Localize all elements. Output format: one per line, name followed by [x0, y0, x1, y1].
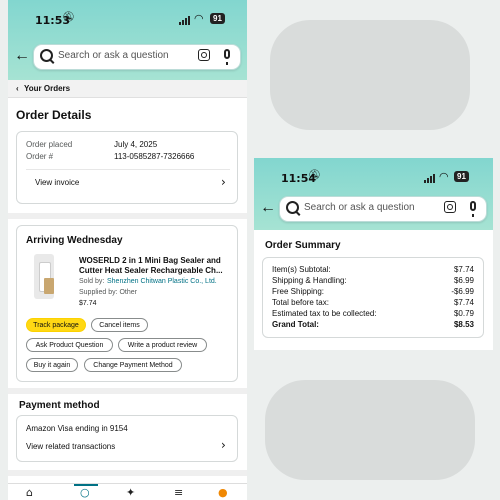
summary-label: Grand Total: — [272, 320, 319, 329]
cancel-items-button[interactable]: Cancel items — [91, 318, 148, 332]
order-details-screen: 11:53 🔕︎ ◠ 91 ← Search or ask a question… — [8, 0, 247, 500]
product-image-accessory — [44, 278, 54, 294]
summary-row: Total before tax: $7.74 — [272, 298, 474, 307]
shipment-status: Arriving Wednesday — [26, 235, 123, 246]
summary-row-grand-total: Grand Total: $8.53 — [272, 320, 474, 329]
microphone-icon[interactable] — [470, 201, 476, 217]
app-header: 11:53 🔕︎ ◠ 91 ← Search or ask a question — [8, 0, 247, 80]
write-review-button[interactable]: Write a product review — [118, 338, 207, 352]
summary-label: Shipping & Handling: — [272, 276, 347, 285]
order-summary-title: Order Summary — [265, 240, 341, 251]
bottom-tab-bar: ⌂ ○ ✦ ≡ ● — [8, 483, 247, 500]
app-header: 11:54 🔕︎ ◠ 91 ← Search or ask a question — [254, 158, 493, 230]
summary-row: Shipping & Handling: $6.99 — [272, 276, 474, 285]
battery-icon: 91 — [454, 171, 469, 182]
summary-value: $8.53 — [453, 320, 474, 329]
search-placeholder: Search or ask a question — [304, 202, 415, 213]
wifi-icon: ◠ — [194, 12, 204, 25]
order-number-value: 113-0585287-7326666 — [114, 152, 195, 161]
product-price: $7.74 — [79, 300, 97, 307]
summary-label: Estimated tax to be collected: — [272, 309, 377, 318]
back-arrow-icon[interactable]: ← — [260, 199, 276, 217]
view-related-transactions-link[interactable]: View related transactions — [26, 442, 115, 451]
camera-icon[interactable] — [444, 201, 456, 213]
breadcrumb[interactable]: ‹ Your Orders — [8, 80, 247, 98]
payment-method-title: Payment method — [19, 400, 100, 411]
summary-row: Item(s) Subtotal: $7.74 — [272, 265, 474, 274]
section-divider — [8, 388, 247, 394]
buy-it-again-button[interactable]: Buy it again — [26, 358, 78, 372]
payment-card-line: Amazon Visa ending in 9154 — [26, 424, 128, 433]
back-arrow-icon[interactable]: ← — [14, 47, 30, 65]
search-icon — [40, 49, 53, 62]
view-invoice-link[interactable]: View invoice — [35, 178, 79, 187]
summary-value: -$6.99 — [451, 287, 474, 296]
ask-product-question-button[interactable]: Ask Product Question — [26, 338, 113, 352]
background-blur — [270, 20, 470, 130]
status-bar: 11:54 🔕︎ ◠ 91 — [254, 168, 493, 185]
order-number-label: Order # — [26, 152, 54, 161]
background-blur — [265, 380, 475, 480]
camera-icon[interactable] — [198, 49, 210, 61]
order-summary-screen: 11:54 🔕︎ ◠ 91 ← Search or ask a question… — [254, 158, 493, 350]
battery-icon: 91 — [210, 13, 225, 24]
product-title-line2[interactable]: Cutter Heat Sealer Rechargeable Ch... — [79, 266, 223, 275]
payment-card: Amazon Visa ending in 9154 View related … — [16, 415, 238, 462]
microphone-icon[interactable] — [224, 49, 230, 65]
summary-label: Item(s) Subtotal: — [272, 265, 331, 274]
order-placed-label: Order placed — [26, 140, 73, 149]
signal-icon — [424, 174, 435, 183]
rufus-icon[interactable]: ✦ — [126, 486, 135, 499]
summary-value: $6.99 — [453, 276, 474, 285]
summary-value: $7.74 — [453, 298, 474, 307]
search-bar[interactable]: Search or ask a question — [33, 44, 241, 70]
track-package-button[interactable]: Track package — [26, 318, 86, 332]
chevron-left-icon: ‹ — [16, 84, 19, 93]
mute-bell-icon: 🔕︎ — [308, 170, 321, 181]
summary-value: $7.74 — [453, 265, 474, 274]
search-placeholder: Search or ask a question — [58, 50, 169, 61]
menu-icon[interactable]: ≡ — [174, 486, 183, 499]
divider — [26, 169, 230, 170]
cart-icon[interactable]: ● — [218, 486, 228, 499]
summary-row: Estimated tax to be collected: $0.79 — [272, 309, 474, 318]
product-title-line1[interactable]: WOSERLD 2 in 1 Mini Bag Sealer and — [79, 256, 221, 265]
supplied-by: Supplied by: Other — [79, 289, 137, 296]
change-payment-method-button[interactable]: Change Payment Method — [84, 358, 182, 372]
section-divider — [8, 213, 247, 219]
summary-value: $0.79 — [453, 309, 474, 318]
chevron-right-icon[interactable]: › — [221, 438, 226, 452]
signal-icon — [179, 16, 190, 25]
wifi-icon: ◠ — [439, 170, 449, 183]
summary-label: Free Shipping: — [272, 287, 325, 296]
status-bar: 11:53 🔕︎ ◠ 91 — [8, 10, 247, 27]
search-bar[interactable]: Search or ask a question — [279, 196, 487, 222]
summary-label: Total before tax: — [272, 298, 329, 307]
section-divider — [8, 470, 247, 476]
order-placed-value: July 4, 2025 — [114, 140, 158, 149]
search-icon — [286, 201, 299, 214]
page-title: Order Details — [16, 108, 92, 122]
sold-by-label: Sold by: — [79, 278, 105, 285]
summary-row: Free Shipping: -$6.99 — [272, 287, 474, 296]
profile-icon[interactable]: ○ — [80, 486, 90, 499]
order-info-card: Order placed July 4, 2025 Order # 113-05… — [16, 131, 238, 204]
mute-bell-icon: 🔕︎ — [62, 12, 75, 23]
sold-by-seller-link[interactable]: Shenzhen Chitwan Plastic Co., Ltd. — [107, 278, 217, 285]
home-icon[interactable]: ⌂ — [26, 486, 33, 499]
chevron-right-icon[interactable]: › — [221, 175, 226, 189]
breadcrumb-your-orders[interactable]: Your Orders — [24, 84, 70, 93]
